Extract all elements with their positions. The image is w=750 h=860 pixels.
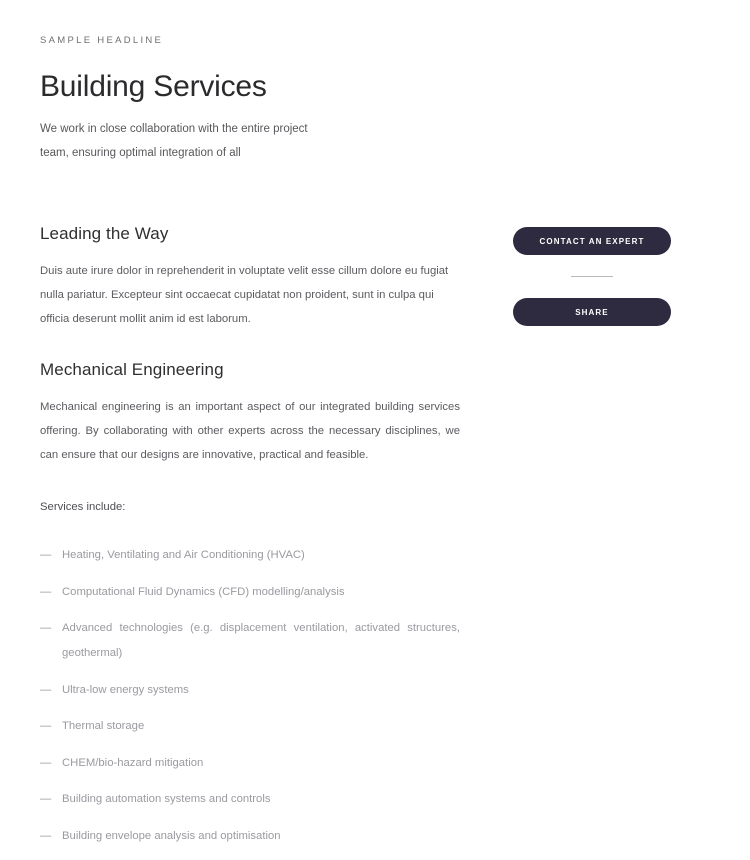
section-mechanical-engineering: Mechanical Engineering Mechanical engine… [40,331,460,467]
list-marker-icon: — [40,683,52,696]
list-item-label: Heating, Ventilating and Air Conditionin… [62,549,305,561]
section-title-leading-the-way: Leading the Way [40,224,169,243]
list-marker-icon: — [40,829,52,842]
intro-paragraph: We work in close collaboration with the … [40,123,308,159]
list-item: — Ultra-low energy systems [40,678,460,703]
list-item-label: Ultra-low energy systems [62,683,189,696]
list-item: — Building envelope analysis and optimisa… [40,824,460,849]
services-list: — Heating, Ventilating and Air Conditioni… [40,517,460,849]
list-item-label: Thermal storage [62,720,145,732]
aside-divider [571,276,613,277]
section-title-mechanical-engineering: Mechanical Engineering [40,360,224,379]
list-marker-icon: — [40,756,52,769]
share-button[interactable]: SHARE [513,298,671,326]
list-marker-icon: — [40,549,52,561]
list-item-label: Advanced technologies (e.g. displacement… [62,622,460,659]
section-body-leading-the-way: Duis aute irure dolor in reprehenderit i… [40,265,449,325]
list-marker-icon: — [40,720,52,732]
list-marker-icon: — [40,585,52,598]
list-marker-icon: — [40,622,52,634]
list-item: — Building automation systems and control… [40,787,460,812]
list-item: — Heating, Ventilating and Air Conditioni… [40,543,460,568]
list-item-label: Building automation systems and controls [62,793,271,805]
contact-an-expert-button[interactable]: CONTACT AN EXPERT [513,227,671,255]
section-leading-the-way: Leading the Way Duis aute irure dolor in… [40,165,460,331]
list-item-label: Computational Fluid Dynamics (CFD) model… [62,585,345,598]
list-item: — Thermal storage [40,714,460,739]
eyebrow-headline: SAMPLE HEADLINE [40,35,164,46]
list-item: — Advanced technologies (e.g. displacemen… [40,616,460,666]
page-root: SAMPLE HEADLINE Building Services We wor… [0,0,750,842]
list-item: — CHEM/bio-hazard mitigation [40,751,460,776]
list-item-label: CHEM/bio-hazard mitigation [62,756,204,769]
list-marker-icon: — [40,793,52,805]
aside-actions-column: CONTACT AN EXPERT SHARE [513,227,671,326]
section-body-mechanical-engineering: Mechanical engineering is an important a… [40,401,460,461]
page-title: Building Services [40,70,267,103]
list-item: — Computational Fluid Dynamics (CFD) mode… [40,580,460,605]
services-list-lead: Services include: [40,501,126,513]
main-content-column: SAMPLE HEADLINE Building Services We wor… [40,0,460,860]
